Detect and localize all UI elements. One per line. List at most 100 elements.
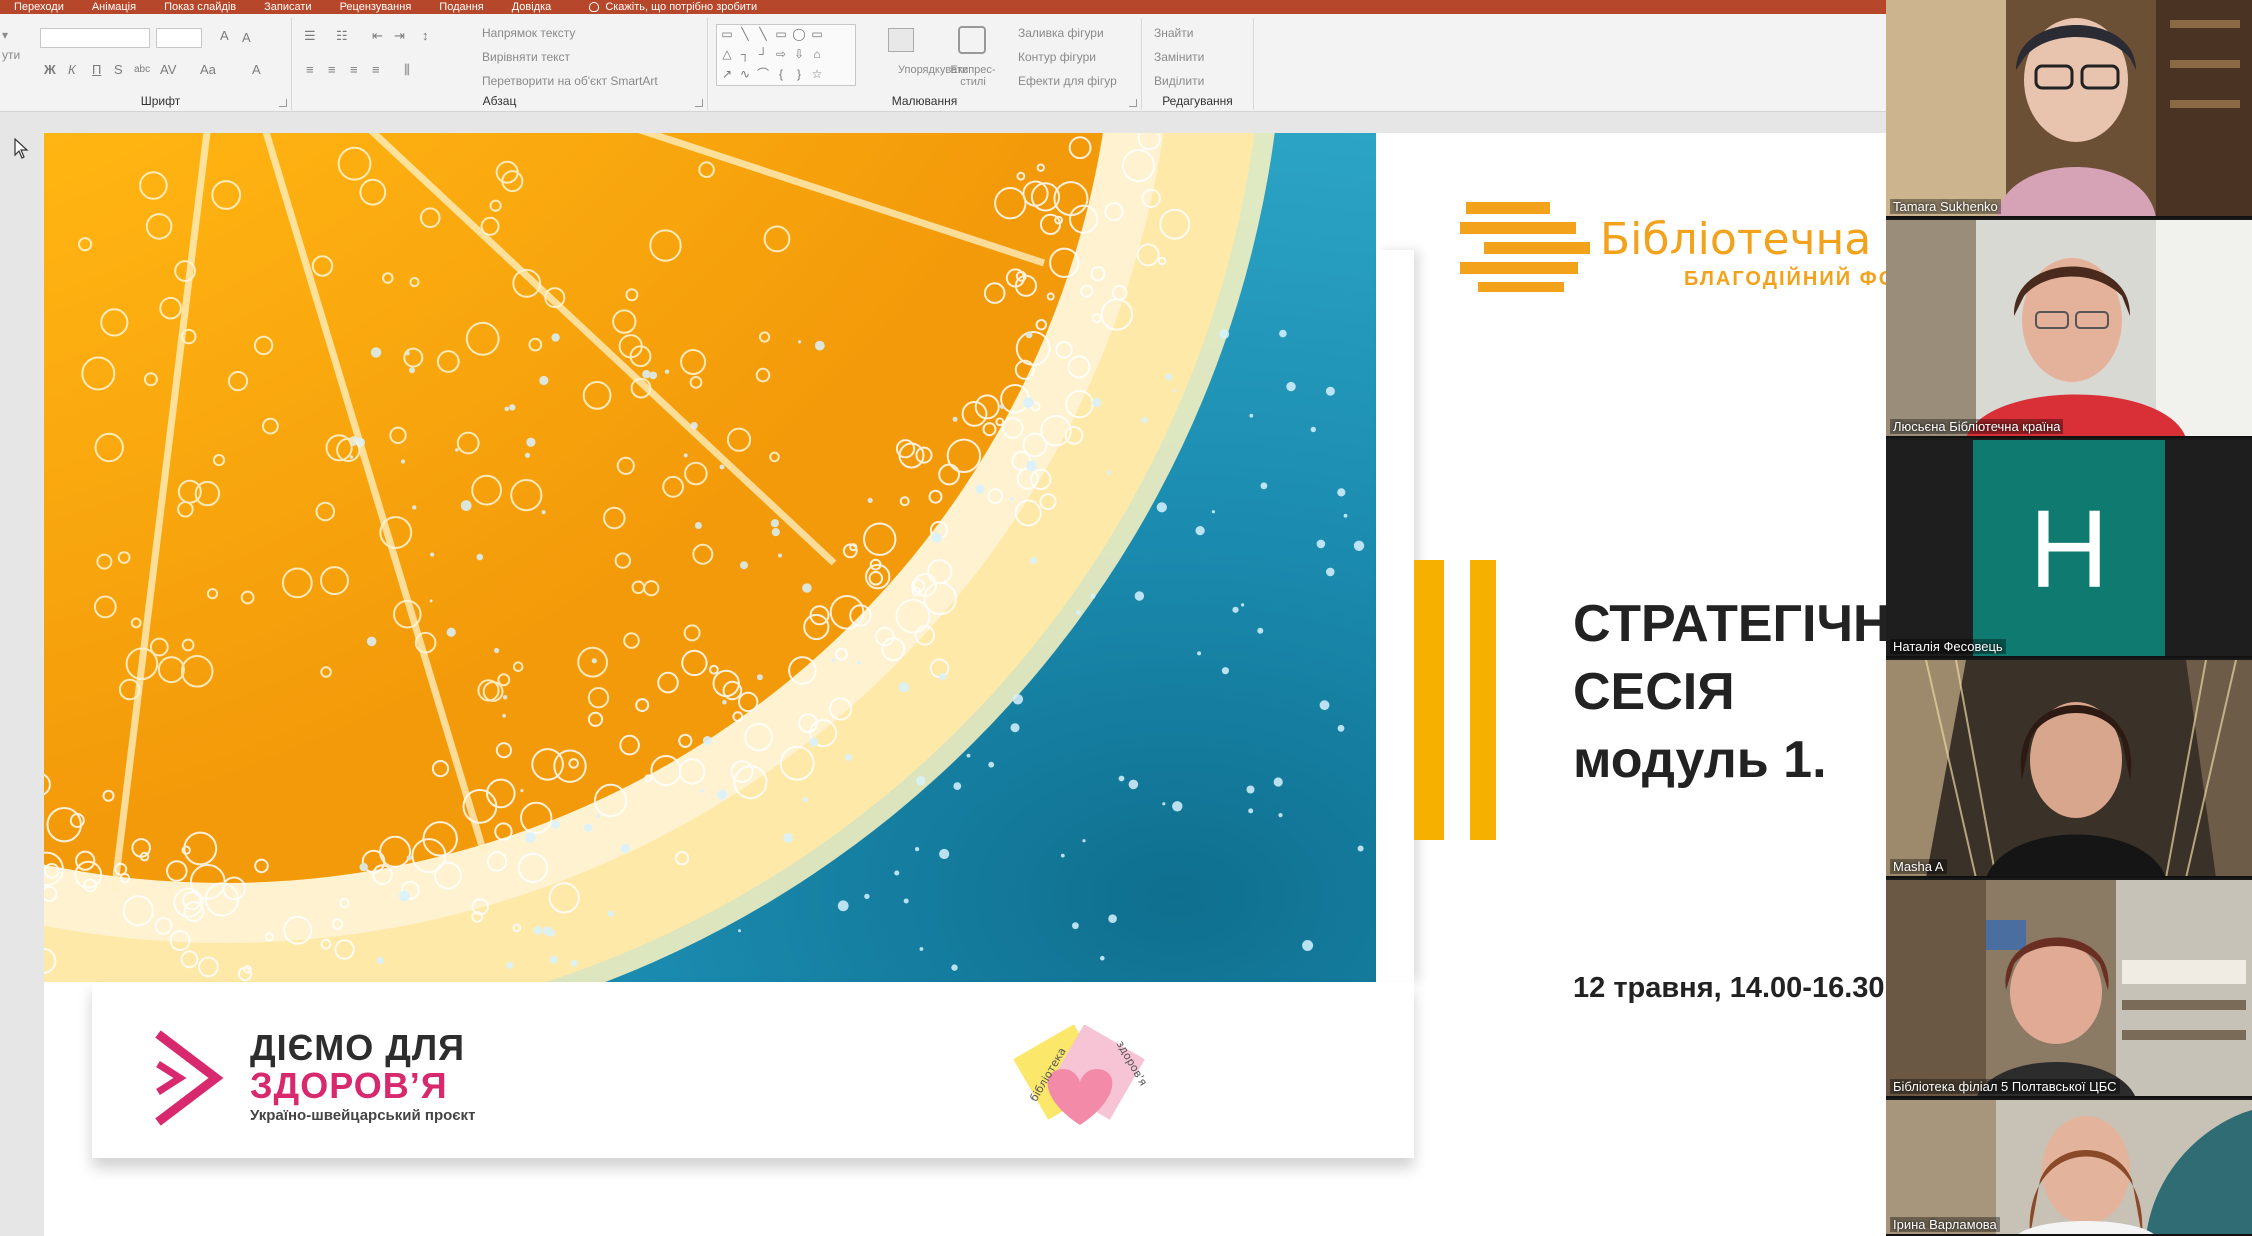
rect-shape-icon[interactable]: ▭ [773, 27, 789, 41]
case-icon[interactable]: Aa [200, 62, 216, 77]
arrange-icon[interactable] [888, 28, 914, 52]
bubble [722, 699, 727, 705]
quick-styles-icon[interactable] [958, 26, 986, 54]
justify-icon[interactable]: ≡ [372, 62, 380, 77]
bubble [694, 522, 702, 529]
spacing-icon[interactable]: AV [160, 62, 176, 77]
decrease-font-icon[interactable]: A [242, 30, 251, 45]
paragraph-dialog-launcher-icon[interactable] [695, 99, 703, 107]
bubble [412, 505, 417, 510]
bibliotechna-krayina-brand: Бібліотечна Кр БЛАГОДІЙНИЙ ФОНД [1458, 198, 1886, 303]
align-right-icon[interactable]: ≡ [350, 62, 358, 77]
bubble [1302, 940, 1314, 951]
curve-shape-icon[interactable]: ∿ [737, 67, 753, 81]
select-button[interactable]: Виділити [1154, 74, 1204, 88]
align-left-icon[interactable]: ≡ [306, 62, 314, 77]
brace-shape-icon[interactable]: { [773, 67, 789, 81]
star-shape-icon[interactable]: ☆ [809, 67, 825, 81]
participant-tile[interactable]: Н Наталія Фесовець [1886, 440, 2252, 658]
triangle-shape-icon[interactable]: △ [719, 47, 735, 61]
bubble [1278, 813, 1283, 818]
bubble [802, 797, 808, 803]
bubble [690, 422, 698, 430]
shape-effects-button[interactable]: Ефекти для фігур [1018, 74, 1117, 88]
project-subtitle: Україно-швейцарський проєкт [250, 1107, 476, 1124]
slide-title-line1: СТРАТЕГІЧН [1573, 595, 1886, 653]
font-name-box[interactable] [40, 28, 150, 48]
powerpoint-window: Переходи Анімація Показ слайдів Записати… [0, 0, 1886, 1236]
oval-shape-icon[interactable]: ◯ [791, 27, 807, 41]
columns-icon[interactable]: ⫼ [404, 62, 410, 78]
connector-shape-icon[interactable]: ┘ [755, 47, 771, 61]
find-button[interactable]: Знайти [1154, 26, 1193, 40]
bubble [1118, 775, 1125, 782]
increase-font-icon[interactable]: A [220, 28, 229, 43]
strikethrough-icon[interactable]: abc [134, 64, 150, 75]
participant-tile[interactable]: Masha A [1886, 660, 2252, 878]
participant-name: Tamara Sukhenko [1890, 199, 2001, 214]
bubble [502, 695, 508, 700]
align-center-icon[interactable]: ≡ [328, 62, 336, 77]
bubble [1249, 413, 1254, 418]
smartart-button[interactable]: Перетворити на об'єкт SmartArt [482, 74, 658, 88]
participant-tile[interactable]: Люсьєна Бібліотечна країна [1886, 220, 2252, 438]
underline-icon[interactable]: П [92, 62, 101, 77]
tab-record[interactable]: Записати [264, 0, 311, 14]
tell-me-search[interactable]: Скажіть, що потрібно зробити [589, 0, 757, 14]
decrease-indent-icon[interactable]: ⇤ [372, 28, 383, 44]
tab-transitions[interactable]: Переходи [14, 0, 64, 14]
tab-review[interactable]: Рецензування [340, 0, 412, 14]
elbow-shape-icon[interactable]: ┐ [737, 47, 753, 61]
line-spacing-icon[interactable]: ↕ [422, 28, 429, 43]
font-color-icon[interactable]: A [252, 62, 261, 77]
tab-view[interactable]: Подання [439, 0, 483, 14]
align-text-button[interactable]: Вирівняти текст [482, 50, 570, 64]
shapes-gallery[interactable]: ▭ ╲ ╲ ▭ ◯ ▭ △ ┐ ┘ ⇨ ⇩ ⌂ ↗ ∿ ⌒ { } ☆ [716, 24, 856, 86]
orange-slice-graphic [44, 133, 1365, 982]
shape-fill-button[interactable]: Заливка фігури [1018, 26, 1104, 40]
line2-shape-icon[interactable]: ╲ [755, 27, 771, 41]
arc-shape-icon[interactable]: ⌒ [755, 67, 771, 81]
rect2-shape-icon[interactable]: ▭ [809, 27, 825, 41]
replace-button[interactable]: Замінити [1154, 50, 1204, 64]
textbox-shape-icon[interactable]: ▭ [719, 27, 735, 41]
bold-icon[interactable]: Ж [44, 62, 56, 77]
participant-tile[interactable]: Бібліотека філіал 5 Полтавської ЦБС [1886, 880, 2252, 1098]
bubble [1107, 470, 1112, 475]
quick-styles-button[interactable]: Експрес-стилі [946, 64, 1000, 88]
arrow-shape-icon[interactable]: ↗ [719, 67, 735, 81]
bubble [1091, 397, 1102, 408]
drawing-dialog-launcher-icon[interactable] [1129, 99, 1137, 107]
bubble [1082, 839, 1086, 843]
italic-icon[interactable]: К [68, 62, 76, 77]
bullets-icon[interactable]: ☰ [304, 28, 316, 44]
arrow-down-shape-icon[interactable]: ⇩ [791, 47, 807, 61]
bubble [756, 674, 763, 681]
bubble [809, 737, 819, 747]
participant-tile[interactable]: Tamara Sukhenko [1886, 0, 2252, 218]
bubble [1353, 540, 1365, 551]
chevron-shape-icon[interactable]: ⌂ [809, 47, 825, 61]
font-dialog-launcher-icon[interactable] [279, 99, 287, 107]
shape-outline-button[interactable]: Контур фігури [1018, 50, 1096, 64]
increase-indent-icon[interactable]: ⇥ [394, 28, 405, 44]
numbering-icon[interactable]: ☷ [336, 28, 348, 44]
slide-title: СТРАТЕГІЧН СЕСІЯ модуль 1. [1573, 590, 1886, 794]
tab-slideshow[interactable]: Показ слайдів [164, 0, 236, 14]
tab-help[interactable]: Довідка [512, 0, 552, 14]
bubble [620, 843, 630, 854]
font-size-box[interactable] [156, 28, 202, 48]
bubble [547, 928, 556, 937]
text-direction-button[interactable]: Напрямок тексту [482, 26, 575, 40]
brace2-shape-icon[interactable]: } [791, 67, 807, 81]
shadow-icon[interactable]: S [114, 62, 123, 77]
line-shape-icon[interactable]: ╲ [737, 27, 753, 41]
bubble [1165, 373, 1173, 381]
bubble [1273, 777, 1283, 787]
arrow-right-shape-icon[interactable]: ⇨ [773, 47, 789, 61]
tab-animations[interactable]: Анімація [92, 0, 136, 14]
bubble [1128, 779, 1139, 790]
bubble [376, 957, 385, 965]
participant-tile[interactable]: Ірина Варламова [1886, 1100, 2252, 1236]
accent-bar-left [1414, 560, 1444, 840]
